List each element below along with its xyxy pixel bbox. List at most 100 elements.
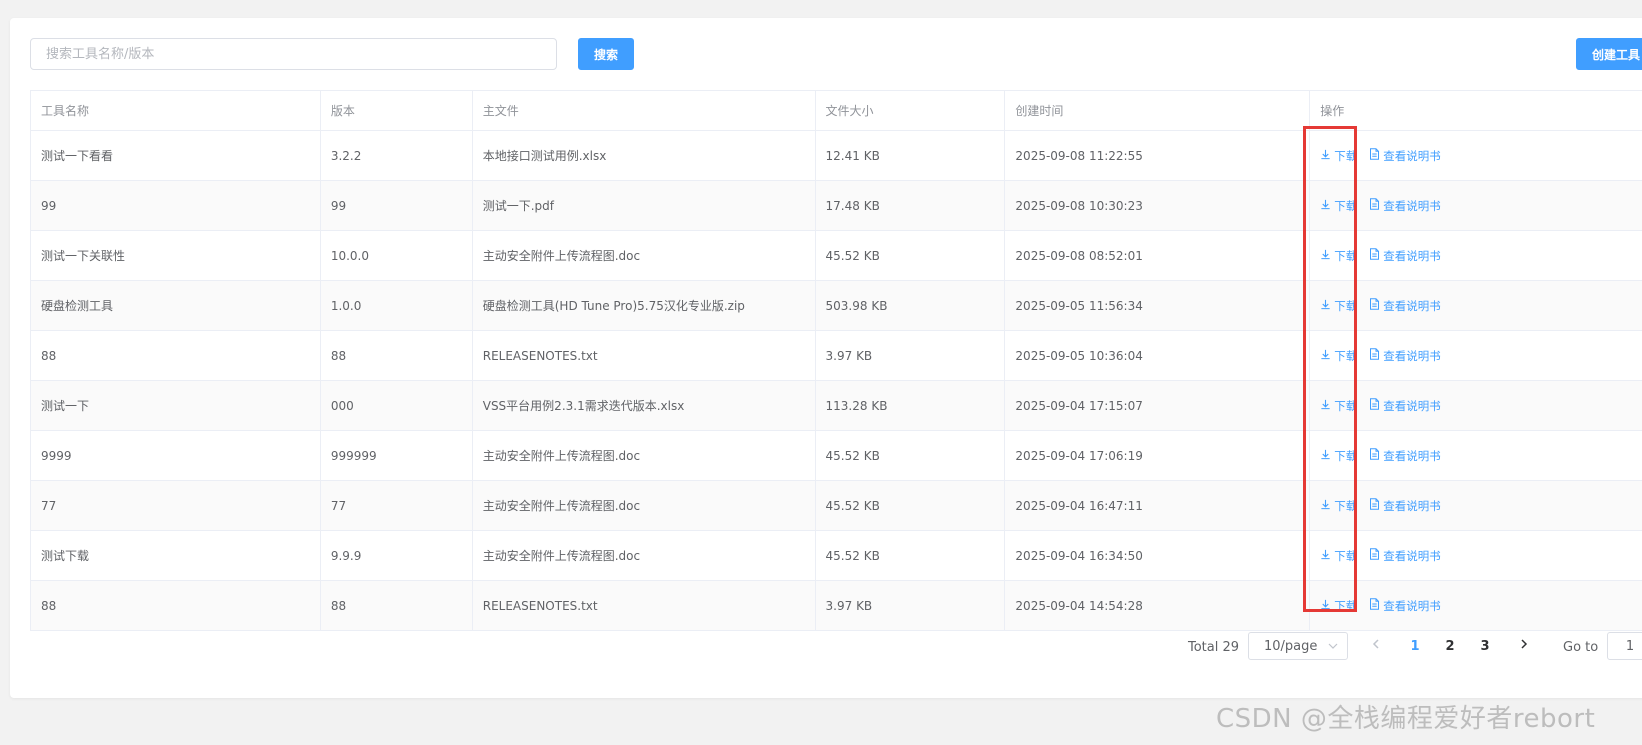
table-row: 测试一下关联性 10.0.0 主动安全附件上传流程图.doc 45.52 KB 2025… xyxy=(31,231,1642,281)
view-manual-label: 查看说明书 xyxy=(1383,148,1441,163)
download-icon xyxy=(1320,399,1334,413)
document-icon xyxy=(1369,448,1383,463)
download-link[interactable]: 下载 xyxy=(1320,448,1357,464)
download-icon xyxy=(1320,549,1334,563)
pagination: Total 29 10/page 1 2 3 Go to xyxy=(0,632,1642,664)
cell-file-size: 17.48 KB xyxy=(816,181,1006,230)
cell-tool-name: 测试下载 xyxy=(31,531,321,580)
cell-created-time: 2025-09-05 11:56:34 xyxy=(1005,281,1311,330)
cell-created-time: 2025-09-04 14:54:28 xyxy=(1005,581,1311,630)
create-tool-button[interactable]: 创建工具 xyxy=(1576,38,1642,70)
view-manual-label: 查看说明书 xyxy=(1383,348,1441,363)
download-icon xyxy=(1320,149,1334,163)
cell-main-file: 主动安全附件上传流程图.doc xyxy=(473,531,816,580)
goto-page-input[interactable] xyxy=(1607,632,1642,660)
view-manual-link[interactable]: 查看说明书 xyxy=(1369,348,1441,364)
page-button-2[interactable]: 2 xyxy=(1436,632,1464,660)
view-manual-label: 查看说明书 xyxy=(1383,198,1441,213)
view-manual-link[interactable]: 查看说明书 xyxy=(1369,448,1441,464)
view-manual-link[interactable]: 查看说明书 xyxy=(1369,398,1441,414)
download-label: 下载 xyxy=(1334,498,1358,513)
cell-version: 999999 xyxy=(321,431,473,480)
cell-created-time: 2025-09-05 10:36:04 xyxy=(1005,331,1311,380)
cell-actions: 下载 查看说明书 xyxy=(1310,481,1642,530)
download-label: 下载 xyxy=(1334,598,1358,613)
table-row: 88 88 RELEASENOTES.txt 3.97 KB 2025-09-04 14… xyxy=(31,581,1642,631)
download-link[interactable]: 下载 xyxy=(1320,548,1357,564)
download-icon xyxy=(1320,349,1334,363)
prev-page-button[interactable] xyxy=(1362,632,1390,660)
cell-actions: 下载 查看说明书 xyxy=(1310,431,1642,480)
view-manual-label: 查看说明书 xyxy=(1383,548,1441,563)
view-manual-label: 查看说明书 xyxy=(1383,598,1441,613)
cell-main-file: RELEASENOTES.txt xyxy=(473,581,816,630)
cell-actions: 下载 查看说明书 xyxy=(1310,181,1642,230)
view-manual-link[interactable]: 查看说明书 xyxy=(1369,298,1441,314)
tools-table: 工具名称 版本 主文件 文件大小 创建时间 操作 测试一下看看 3.2.2 本地接口… xyxy=(30,90,1642,631)
download-label: 下载 xyxy=(1334,298,1358,313)
cell-tool-name: 测试一下 xyxy=(31,381,321,430)
column-header-version: 版本 xyxy=(321,91,473,130)
cell-version: 9.9.9 xyxy=(321,531,473,580)
view-manual-link[interactable]: 查看说明书 xyxy=(1369,498,1441,514)
cell-main-file: 主动安全附件上传流程图.doc xyxy=(473,481,816,530)
table-row: 测试一下 000 VSS平台用例2.3.1需求迭代版本.xlsx 113.28 KB 2… xyxy=(31,381,1642,431)
cell-created-time: 2025-09-04 17:15:07 xyxy=(1005,381,1311,430)
view-manual-link[interactable]: 查看说明书 xyxy=(1369,248,1441,264)
view-manual-link[interactable]: 查看说明书 xyxy=(1369,148,1441,164)
cell-tool-name: 测试一下关联性 xyxy=(31,231,321,280)
cell-file-size: 3.97 KB xyxy=(816,331,1006,380)
cell-file-size: 45.52 KB xyxy=(816,431,1006,480)
cell-main-file: 硬盘检测工具(HD Tune Pro)5.75汉化专业版.zip xyxy=(473,281,816,330)
table-row: 9999 999999 主动安全附件上传流程图.doc 45.52 KB 2025-09… xyxy=(31,431,1642,481)
cell-actions: 下载 查看说明书 xyxy=(1310,281,1642,330)
download-link[interactable]: 下载 xyxy=(1320,498,1357,514)
cell-tool-name: 77 xyxy=(31,481,321,530)
download-label: 下载 xyxy=(1334,398,1358,413)
column-header-created: 创建时间 xyxy=(1005,91,1311,130)
download-link[interactable]: 下载 xyxy=(1320,148,1357,164)
cell-version: 10.0.0 xyxy=(321,231,473,280)
download-icon xyxy=(1320,449,1334,463)
document-icon xyxy=(1369,598,1383,613)
cell-version: 88 xyxy=(321,331,473,380)
cell-actions: 下载 查看说明书 xyxy=(1310,581,1642,630)
download-icon xyxy=(1320,299,1334,313)
search-input[interactable] xyxy=(30,38,557,70)
chevron-right-icon xyxy=(1518,638,1530,654)
download-link[interactable]: 下载 xyxy=(1320,248,1357,264)
cell-tool-name: 88 xyxy=(31,331,321,380)
next-page-button[interactable] xyxy=(1510,632,1538,660)
cell-main-file: 主动安全附件上传流程图.doc xyxy=(473,231,816,280)
download-label: 下载 xyxy=(1334,548,1358,563)
cell-actions: 下载 查看说明书 xyxy=(1310,331,1642,380)
download-label: 下载 xyxy=(1334,198,1358,213)
page-size-select[interactable]: 10/page xyxy=(1248,632,1348,660)
pagination-total: Total 29 xyxy=(1188,640,1240,655)
page-button-1[interactable]: 1 xyxy=(1401,632,1429,660)
download-label: 下载 xyxy=(1334,148,1358,163)
download-link[interactable]: 下载 xyxy=(1320,298,1357,314)
view-manual-link[interactable]: 查看说明书 xyxy=(1369,598,1441,614)
cell-version: 000 xyxy=(321,381,473,430)
cell-actions: 下载 查看说明书 xyxy=(1310,131,1642,180)
cell-file-size: 45.52 KB xyxy=(816,531,1006,580)
download-link[interactable]: 下载 xyxy=(1320,398,1357,414)
view-manual-link[interactable]: 查看说明书 xyxy=(1369,198,1441,214)
table-body: 测试一下看看 3.2.2 本地接口测试用例.xlsx 12.41 KB 2025-09-… xyxy=(31,131,1642,631)
search-button[interactable]: 搜索 xyxy=(578,38,634,70)
download-label: 下载 xyxy=(1334,248,1358,263)
download-icon xyxy=(1320,499,1334,513)
download-label: 下载 xyxy=(1334,448,1358,463)
document-icon xyxy=(1369,498,1383,513)
document-icon xyxy=(1369,298,1383,313)
cell-actions: 下载 查看说明书 xyxy=(1310,381,1642,430)
column-header-size: 文件大小 xyxy=(816,91,1006,130)
page-size-value: 10/page xyxy=(1264,638,1318,654)
download-link[interactable]: 下载 xyxy=(1320,198,1357,214)
page-button-3[interactable]: 3 xyxy=(1471,632,1499,660)
table-row: 测试下载 9.9.9 主动安全附件上传流程图.doc 45.52 KB 2025-09-… xyxy=(31,531,1642,581)
download-link[interactable]: 下载 xyxy=(1320,348,1357,364)
view-manual-link[interactable]: 查看说明书 xyxy=(1369,548,1441,564)
download-link[interactable]: 下载 xyxy=(1320,598,1357,614)
